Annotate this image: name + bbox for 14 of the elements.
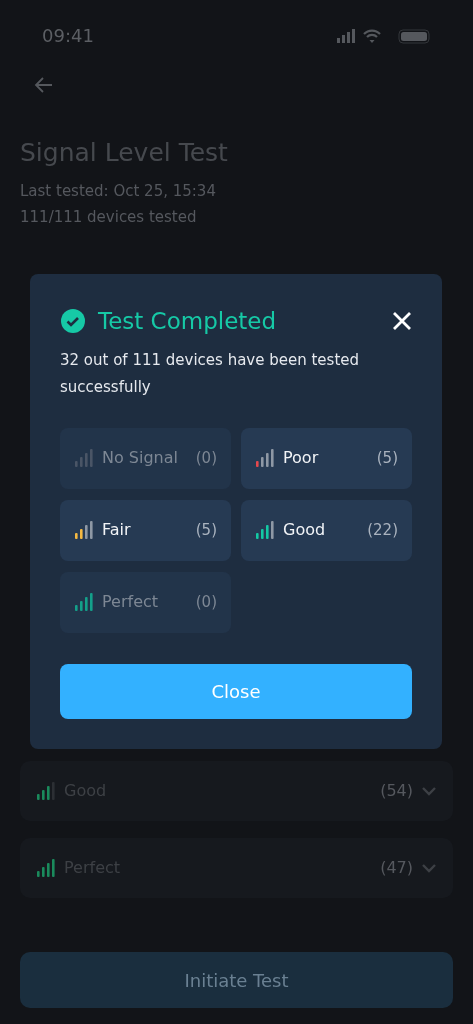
chevron-down-icon	[421, 863, 437, 873]
check-circle-icon	[60, 308, 86, 335]
last-tested-text: Last tested: Oct 25, 15:34	[20, 180, 217, 202]
signal-category-tile[interactable]: Fair (5)	[60, 499, 231, 561]
chevron-down-icon	[421, 786, 437, 796]
close-icon[interactable]	[392, 311, 412, 332]
close-button[interactable]: Close	[60, 663, 412, 719]
signal-category-tile[interactable]: Good (22)	[241, 499, 412, 561]
dialog-title: Test Completed	[98, 307, 278, 336]
devices-tested-text: 111/111 devices tested	[20, 207, 198, 228]
dialog-message: 32 out of 111 devices have been tested successfully	[60, 349, 361, 398]
status-time: 09:41	[42, 24, 94, 48]
signal-category-tile[interactable]: Poor (5)	[241, 427, 412, 489]
back-arrow-icon[interactable]	[34, 76, 54, 94]
